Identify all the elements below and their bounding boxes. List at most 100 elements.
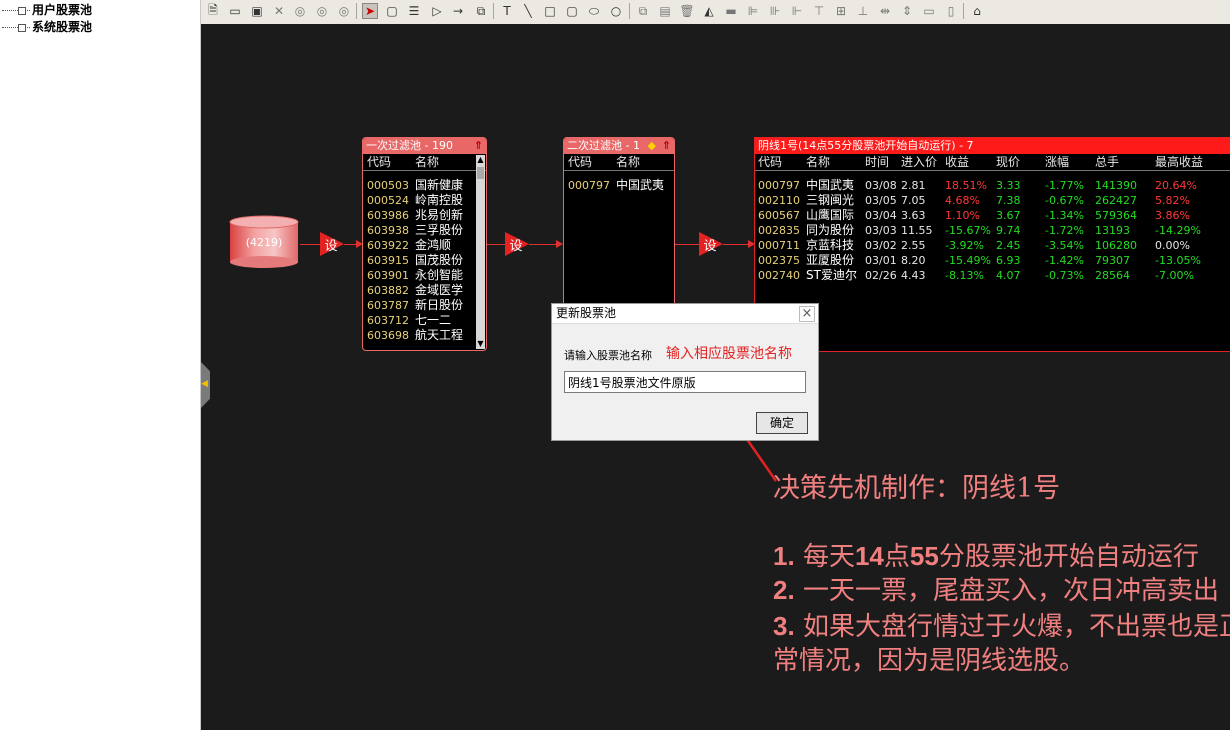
column-header-gain[interactable]: 收益 [945, 154, 969, 170]
column-header-code[interactable]: 代码 [367, 154, 391, 170]
align-left-icon[interactable]: ⊫ [745, 3, 761, 19]
column-header-code[interactable]: 代码 [568, 154, 592, 170]
gain-value: -15.49% [945, 254, 991, 267]
entry-time: 03/08 [865, 179, 897, 192]
line-tool-icon[interactable]: ╲ [520, 3, 536, 19]
stock-pool-tree: 用户股票池 系统股票池 [0, 0, 201, 730]
collapse-up-icon[interactable]: ⇑ [662, 138, 671, 154]
copy-box-icon[interactable]: ⧉ [473, 3, 489, 19]
align-middle-icon[interactable]: ⊞ [833, 3, 849, 19]
max-gain: 0.00% [1155, 239, 1190, 252]
column-header-change[interactable]: 涨幅 [1045, 154, 1069, 170]
current-price: 4.07 [996, 269, 1021, 282]
annotation-text: 分股票池开始自动运行 [938, 542, 1199, 572]
column-header-name[interactable]: 名称 [415, 154, 439, 170]
space-v-icon[interactable]: ⇕ [899, 3, 915, 19]
annotation-highlight: 55 [909, 541, 939, 571]
save-icon[interactable]: ▣ [249, 3, 265, 19]
update-pool-dialog[interactable]: 更新股票池 × 请输入股票池名称 输入相应股票池名称 确定 [551, 303, 819, 441]
circle-tool-icon[interactable]: ○ [608, 3, 624, 19]
stock-code: 002375 [758, 254, 800, 267]
arrow-right-icon[interactable]: → [450, 3, 466, 19]
page-icon[interactable]: 🗎 [205, 3, 221, 19]
delete-icon[interactable]: ✕ [271, 3, 287, 19]
annotation-number: 2. [773, 575, 795, 605]
play-icon[interactable]: ◎ [292, 3, 308, 19]
column-header-volume[interactable]: 总手 [1095, 154, 1119, 170]
paste-icon[interactable]: ▤ [657, 3, 673, 19]
rounded-rect-icon[interactable]: ▢ [384, 3, 400, 19]
close-button[interactable]: × [799, 306, 815, 322]
text-tool-icon[interactable]: T [499, 3, 515, 19]
stock-code: 603882 [367, 284, 409, 297]
collapse-up-icon[interactable]: ⇑ [474, 138, 483, 154]
collapse-arrow-icon[interactable]: ◀ [201, 379, 208, 389]
column-header-max-gain[interactable]: 最高收益 [1155, 154, 1203, 170]
stock-code: 000524 [367, 194, 409, 207]
column-header-code[interactable]: 代码 [758, 154, 782, 170]
stock-name: 新日股份 [415, 298, 464, 312]
table-row[interactable]: 002110 三钢闽光 03/05 7.05 4.68% 7.38 -0.67% 262427… [755, 193, 1230, 208]
panel-title-text: 二次过滤池 - 1 [567, 139, 640, 152]
stock-code: 000797 [568, 179, 610, 192]
table-row[interactable]: 002835 同为股份 03/03 11.55 -15.67% 9.74 -1.72% 131… [755, 223, 1230, 238]
scroll-up-icon[interactable]: ▲ [476, 155, 485, 165]
annotation-text: 点 [883, 542, 910, 572]
scrollbar-thumb[interactable] [477, 167, 484, 179]
entry-price: 11.55 [901, 224, 933, 237]
list-icon[interactable]: ☰ [406, 3, 422, 19]
diamond-icon: ◆ [647, 139, 656, 152]
grid-icon[interactable]: ⌂ [969, 3, 985, 19]
tree-item-system-pools[interactable]: 系统股票池 [0, 19, 92, 35]
triangle-icon[interactable]: ▷ [429, 3, 445, 19]
max-gain: 5.82% [1155, 194, 1190, 207]
fill-icon[interactable]: ◭ [701, 3, 717, 19]
volume: 13193 [1095, 224, 1130, 237]
scrollbar[interactable]: ▲ ▼ [476, 155, 485, 349]
ellipse-tool-icon[interactable]: ⬭ [586, 3, 602, 19]
change-percent: -0.73% [1045, 269, 1084, 282]
column-header-name[interactable]: 名称 [806, 154, 830, 170]
pool-name-input[interactable] [564, 371, 806, 393]
stock-name: 岭南控股 [415, 193, 464, 207]
first-filter-pool-panel[interactable]: 一次过滤池 - 190 ⇑ 代码 名称 000503 国新健康 000524 岭南控股… [362, 137, 487, 351]
open-folder-icon[interactable]: ▭ [227, 3, 243, 19]
tree-connector-icon [0, 2, 32, 18]
line-style-icon[interactable]: ▬ [723, 3, 739, 19]
column-header-entry-price[interactable]: 进入价 [901, 154, 937, 170]
ok-button[interactable]: 确定 [756, 412, 808, 434]
select-pointer-icon[interactable]: ➤ [362, 3, 378, 19]
table-row[interactable]: 002740 ST爱迪尔 02/26 4.43 -8.13% 4.07 -0.73% 2856… [755, 268, 1230, 283]
pause-icon[interactable]: ◎ [314, 3, 330, 19]
rounded-square-tool-icon[interactable]: ▢ [564, 3, 580, 19]
table-row[interactable]: 002375 亚厦股份 03/01 8.20 -15.49% 6.93 -1.42% 7930… [755, 253, 1230, 268]
max-gain: -7.00% [1155, 269, 1194, 282]
panel-title: 阴线1号(14点55分股票池开始自动运行) - 7 [755, 138, 1230, 154]
toolbar-separator [629, 3, 630, 19]
column-header-price[interactable]: 现价 [996, 154, 1020, 170]
align-bottom-icon[interactable]: ⊥ [855, 3, 871, 19]
column-header-time[interactable]: 时间 [865, 154, 889, 170]
scale-icon[interactable]: ▯ [943, 3, 959, 19]
stock-name: 山鹰国际 [806, 208, 855, 222]
align-top-icon[interactable]: ⊤ [811, 3, 827, 19]
table-row[interactable]: 000711 京蓝科技 03/02 2.55 -3.92% 2.45 -3.54% 10628… [755, 238, 1230, 253]
table-row[interactable]: 000797 中国武夷 03/08 2.81 18.51% 3.33 -1.77% 14139… [755, 178, 1230, 193]
align-right-icon[interactable]: ⊩ [789, 3, 805, 19]
stock-name: 亚厦股份 [806, 253, 855, 267]
size-icon[interactable]: ▭ [921, 3, 937, 19]
stock-code: 002110 [758, 194, 800, 207]
stock-code: 600567 [758, 209, 800, 222]
align-center-icon[interactable]: ⊪ [767, 3, 783, 19]
table-row[interactable]: 600567 山鹰国际 03/04 3.63 1.10% 3.67 -1.34% 579364… [755, 208, 1230, 223]
copy-icon[interactable]: ⧉ [635, 3, 651, 19]
scroll-down-icon[interactable]: ▼ [476, 339, 485, 349]
column-header-name[interactable]: 名称 [616, 154, 640, 170]
space-h-icon[interactable]: ⇹ [877, 3, 893, 19]
square-tool-icon[interactable]: □ [542, 3, 558, 19]
result-pool-panel[interactable]: 阴线1号(14点55分股票池开始自动运行) - 7 代码 名称 时间 进入价 收… [754, 137, 1230, 352]
trash-icon[interactable]: 🗑 [679, 3, 695, 19]
tree-item-user-pools[interactable]: 用户股票池 [0, 2, 92, 18]
max-gain: 20.64% [1155, 179, 1197, 192]
stop-icon[interactable]: ◎ [336, 3, 352, 19]
